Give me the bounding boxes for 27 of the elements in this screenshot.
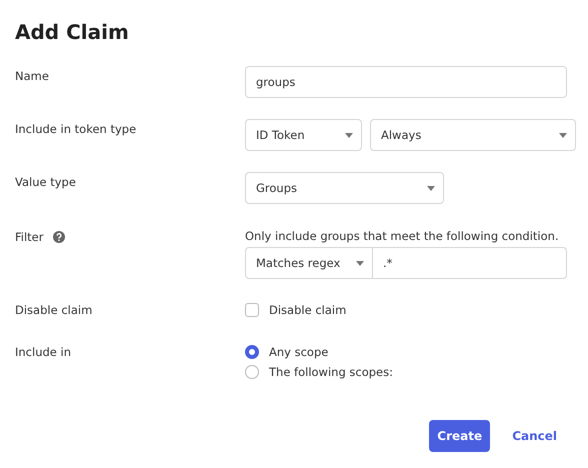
- dialog-title: Add Claim: [15, 19, 130, 44]
- radio-label: The following scopes:: [269, 364, 393, 380]
- field-label: Include in token type: [15, 121, 138, 137]
- field-label: Value type: [15, 174, 77, 190]
- field-label: Filter: [15, 229, 44, 245]
- field-label: Name: [15, 68, 50, 84]
- caret-icon: [427, 186, 435, 190]
- checkbox[interactable]: [245, 303, 259, 317]
- caret-icon: [559, 132, 567, 138]
- field-label: Include in: [15, 344, 72, 360]
- checkbox-label: Disable claim: [269, 302, 346, 318]
- condition-dropdown[interactable]: Always: [370, 119, 576, 151]
- create-button[interactable]: Create: [429, 420, 490, 452]
- cancel-link[interactable]: Cancel: [512, 429, 557, 443]
- token-type-dropdown[interactable]: ID Token: [245, 119, 362, 151]
- radio-button[interactable]: [245, 365, 259, 379]
- name-field[interactable]: groups: [245, 66, 567, 98]
- value-type-dropdown[interactable]: Groups: [245, 172, 444, 204]
- radio-button[interactable]: [245, 345, 259, 359]
- operator-dropdown[interactable]: Matches regex: [245, 247, 373, 279]
- help-icon[interactable]: [53, 231, 66, 243]
- filter-hint: Only include groups that meet the following condition.: [245, 229, 560, 243]
- caret-icon: [345, 132, 353, 138]
- radio-label: Any scope: [269, 344, 328, 360]
- regex-field[interactable]: .*: [373, 247, 567, 279]
- field-label: Disable claim: [15, 302, 94, 318]
- caret-icon: [356, 260, 364, 266]
